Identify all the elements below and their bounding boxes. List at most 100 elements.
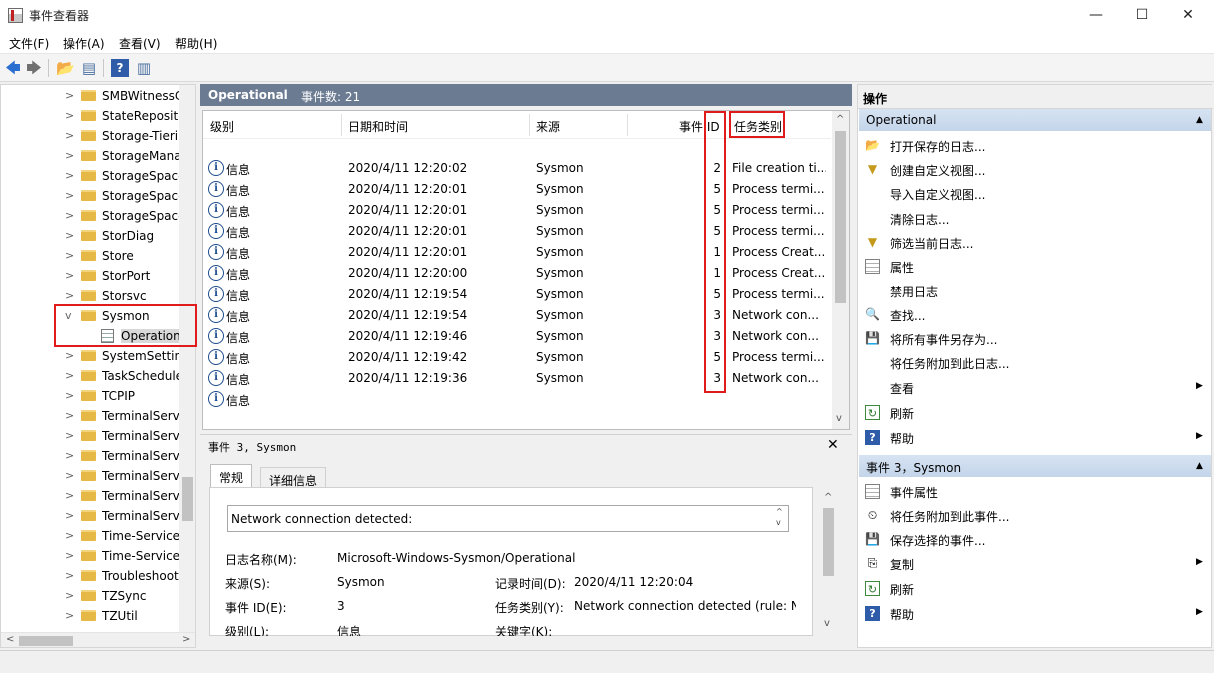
back-arrow-icon[interactable]: 🡄 <box>4 59 22 77</box>
help-icon[interactable]: ? <box>111 59 129 77</box>
action-create-custom-view[interactable]: ▼ 创建自定义视图... <box>858 157 1210 181</box>
chevron-right-icon[interactable]: > <box>65 349 74 362</box>
chevron-right-icon[interactable]: > <box>65 489 74 502</box>
tree-item[interactable]: > Time-Service <box>1 526 180 546</box>
column-event-id[interactable]: 事件 ID <box>679 118 720 135</box>
close-button[interactable]: ✕ <box>1165 0 1211 31</box>
action-import-custom-view[interactable]: 导入自定义视图... <box>858 181 1210 205</box>
tree-item[interactable]: > Storage-Tieri <box>1 126 179 146</box>
action-copy[interactable]: ⎘ 复制 ▶ <box>858 551 1210 575</box>
chevron-right-icon[interactable]: > <box>65 209 74 222</box>
tree-item[interactable]: > TerminalServ <box>1 506 180 526</box>
chevron-right-icon[interactable]: > <box>65 189 74 202</box>
column-date[interactable]: 日期和时间 <box>348 118 408 135</box>
tree-item[interactable]: > Troubleshoot <box>1 566 179 586</box>
tree-vertical-scrollbar[interactable] <box>179 85 195 632</box>
chevron-right-icon[interactable]: > <box>65 149 74 162</box>
tree-item-sysmon[interactable]: v Sysmon <box>1 306 179 326</box>
tab-general[interactable]: 常规 <box>210 464 253 488</box>
tree-item-operational[interactable]: Operational <box>1 326 179 346</box>
action-refresh[interactable]: ↻ 刷新 <box>858 400 1210 424</box>
tree-item[interactable]: > TerminalServ <box>1 486 180 506</box>
tree-item[interactable]: > TZUtil <box>1 606 179 626</box>
table-row[interactable]: i 信息 2020/4/11 12:19:46 Sysmon 3 Network con.… <box>203 326 831 347</box>
chevron-right-icon[interactable]: > <box>65 429 74 442</box>
menu-help[interactable]: 帮助(H) <box>175 35 217 52</box>
table-row[interactable]: i 信息 2020/4/11 12:19:54 Sysmon 5 Process term… <box>203 284 831 305</box>
menu-view[interactable]: 查看(V) <box>119 35 161 52</box>
tree-item[interactable]: > Time-Service- <box>1 546 180 566</box>
chevron-right-icon[interactable]: > <box>65 389 74 402</box>
event-list-scrollbar[interactable]: ^ v <box>832 111 849 429</box>
scroll-left-icon[interactable]: < <box>6 634 14 645</box>
action-help[interactable]: ? 帮助 ▶ <box>858 425 1210 449</box>
chevron-right-icon[interactable]: > <box>65 129 74 142</box>
chevron-right-icon[interactable]: > <box>65 369 74 382</box>
minimize-button[interactable]: — <box>1073 0 1119 31</box>
action-find[interactable]: 🔍 查找... <box>858 302 1210 326</box>
tree-item[interactable]: > Storsvc <box>1 286 179 306</box>
scroll-up-icon[interactable]: ^ <box>836 114 844 125</box>
tree-item[interactable]: > Store <box>1 246 179 266</box>
table-row[interactable]: i 信息 2020/4/11 12:20:01 Sysmon 1 Process Crea… <box>203 242 831 263</box>
action-filter-current-log[interactable]: ▼ 筛选当前日志... <box>858 230 1210 254</box>
close-icon[interactable]: ✕ <box>827 437 839 453</box>
show-action-pane-icon[interactable]: ▥ <box>135 59 153 77</box>
maximize-button[interactable]: ☐ <box>1119 0 1165 31</box>
chevron-down-icon[interactable]: v <box>776 518 781 527</box>
tree-item[interactable]: > SMBWitnessC <box>1 86 180 106</box>
chevron-right-icon[interactable]: > <box>65 549 74 562</box>
scroll-thumb[interactable] <box>823 508 834 576</box>
column-divider[interactable] <box>341 114 342 136</box>
scroll-down-icon[interactable]: v <box>824 618 830 629</box>
action-event-properties[interactable]: 事件属性 <box>858 479 1210 503</box>
chevron-right-icon[interactable]: > <box>65 169 74 182</box>
chevron-right-icon[interactable]: > <box>65 449 74 462</box>
show-scope-icon[interactable]: ▤ <box>80 59 98 77</box>
tree-item[interactable]: > TaskSchedule <box>1 366 180 386</box>
tree-item[interactable]: > StorageSpace <box>1 166 180 186</box>
tree-item[interactable]: > StateReposito <box>1 106 180 126</box>
column-divider[interactable] <box>529 114 530 136</box>
section-header-operational[interactable]: Operational ▲ <box>859 109 1211 131</box>
chevron-right-icon[interactable]: > <box>65 469 74 482</box>
column-level[interactable]: 级别 <box>210 118 234 135</box>
scroll-right-icon[interactable]: > <box>182 634 190 645</box>
table-row[interactable]: i 信息 2020/4/11 12:20:01 Sysmon 5 Process term… <box>203 179 831 200</box>
scroll-thumb[interactable] <box>19 636 73 646</box>
tree-item[interactable]: > TZSync <box>1 586 179 606</box>
scroll-thumb[interactable] <box>835 131 846 303</box>
section-header-event[interactable]: 事件 3，Sysmon ▲ <box>859 455 1211 477</box>
action-help-event[interactable]: ? 帮助 ▶ <box>858 601 1210 625</box>
scroll-thumb[interactable] <box>182 477 193 521</box>
action-save-selected-events[interactable]: 💾 保存选择的事件... <box>858 527 1210 551</box>
menu-action[interactable]: 操作(A) <box>63 35 105 52</box>
chevron-right-icon[interactable]: > <box>65 509 74 522</box>
tree-item[interactable]: > TerminalServ <box>1 466 180 486</box>
tree-horizontal-scrollbar[interactable]: < > <box>1 632 195 647</box>
tree-item[interactable]: >SystemSetting <box>1 346 180 366</box>
forward-arrow-icon[interactable]: 🡆 <box>25 59 43 77</box>
chevron-down-icon[interactable]: v <box>65 309 72 322</box>
table-row[interactable]: i 信息 2020/4/11 12:19:42 Sysmon 5 Process term… <box>203 347 831 368</box>
chevron-right-icon[interactable]: > <box>65 109 74 122</box>
chevron-right-icon[interactable]: > <box>65 609 74 622</box>
column-source[interactable]: 来源 <box>536 118 560 135</box>
tree-item[interactable]: > StorageSpace <box>1 206 180 226</box>
tree-item[interactable]: > TerminalServ <box>1 426 180 446</box>
column-divider[interactable] <box>725 114 726 136</box>
chevron-right-icon[interactable]: > <box>65 269 74 282</box>
action-properties[interactable]: 属性 <box>858 254 1210 278</box>
chevron-right-icon[interactable]: > <box>65 589 74 602</box>
scroll-down-icon[interactable]: v <box>836 413 842 424</box>
table-row[interactable]: i 信息 2020/4/11 12:20:01 Sysmon 5 Process term… <box>203 221 831 242</box>
action-open-saved-log[interactable]: 📂 打开保存的日志... <box>858 133 1210 157</box>
column-divider[interactable] <box>627 114 628 136</box>
action-clear-log[interactable]: 清除日志... <box>858 206 1210 230</box>
tree-item[interactable]: > StorPort <box>1 266 179 286</box>
action-attach-task-to-event[interactable]: ⏲ 将任务附加到此事件... <box>858 503 1210 527</box>
chevron-right-icon[interactable]: > <box>65 289 74 302</box>
tree-item[interactable]: > TerminalServ <box>1 446 180 466</box>
action-refresh-event[interactable]: ↻ 刷新 <box>858 576 1210 600</box>
event-description-box[interactable]: Network connection detected: ^ v <box>227 505 789 532</box>
